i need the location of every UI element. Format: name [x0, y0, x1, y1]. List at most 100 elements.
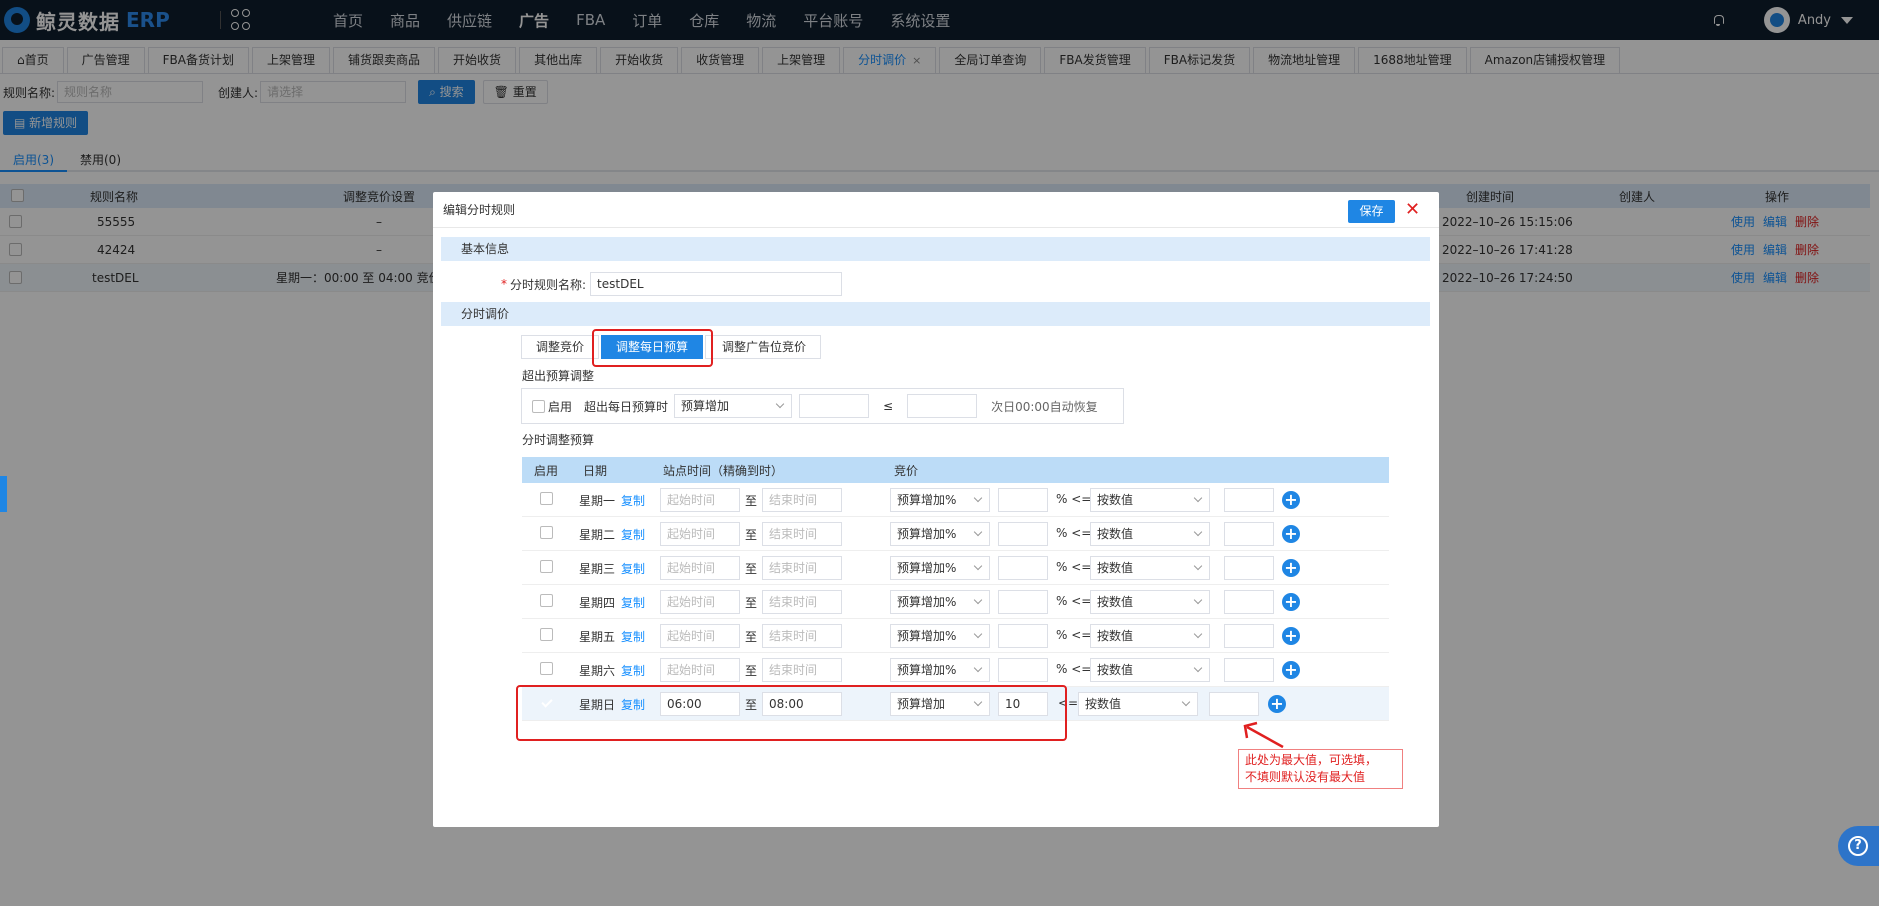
- over-adjust-select[interactable]: 预算增加: [674, 394, 793, 418]
- max-value-input[interactable]: [1224, 522, 1274, 546]
- add-icon[interactable]: +: [1268, 695, 1286, 713]
- copy-link[interactable]: 复制: [621, 628, 645, 645]
- save-button[interactable]: 保存: [1348, 200, 1395, 223]
- value-mode-value: 按数值: [1097, 493, 1134, 507]
- rule-name-row: * 分时规则名称: testDEL: [433, 272, 843, 296]
- over-amount-input[interactable]: [799, 394, 870, 418]
- close-icon[interactable]: ✕: [1405, 199, 1420, 221]
- help-icon: ?: [1848, 836, 1868, 856]
- col-enable: 启用: [534, 463, 559, 478]
- annotation-note: 此处为最大值，可选填， 不填则默认没有最大值: [1238, 749, 1403, 789]
- amount-input[interactable]: [998, 590, 1048, 614]
- add-icon[interactable]: +: [1282, 661, 1300, 679]
- value-mode-select[interactable]: 按数值: [1090, 590, 1210, 614]
- amount-input[interactable]: [998, 556, 1048, 580]
- end-time-input[interactable]: 结束时间: [762, 624, 842, 648]
- amount-input[interactable]: [998, 488, 1048, 512]
- add-icon[interactable]: +: [1282, 525, 1300, 543]
- row-enable-checkbox[interactable]: [540, 662, 553, 675]
- pct-le-label: % <=: [1056, 526, 1092, 540]
- bid-mode-select[interactable]: 预算增加%: [890, 556, 990, 580]
- end-time-input[interactable]: 结束时间: [762, 556, 842, 580]
- value-mode-select[interactable]: 按数值: [1090, 556, 1210, 580]
- value-mode-select[interactable]: 按数值: [1090, 522, 1210, 546]
- row-enable-checkbox[interactable]: [540, 628, 553, 641]
- value-mode-select[interactable]: 按数值: [1090, 624, 1210, 648]
- end-time-input[interactable]: 结束时间: [762, 590, 842, 614]
- chevron-down-icon: [1193, 629, 1203, 639]
- start-time-input[interactable]: 起始时间: [660, 488, 740, 512]
- chevron-down-icon: [973, 663, 983, 673]
- add-icon[interactable]: +: [1282, 491, 1300, 509]
- day-label: 星期一: [579, 494, 616, 508]
- over-enable-label: 启用: [548, 399, 573, 414]
- value-mode-select[interactable]: 按数值: [1078, 692, 1198, 716]
- start-time-input[interactable]: 起始时间: [660, 522, 740, 546]
- over-max-input[interactable]: [907, 394, 978, 418]
- over-enable-checkbox[interactable]: [532, 399, 545, 413]
- to-label: 至: [745, 664, 758, 678]
- max-value-input[interactable]: [1224, 590, 1274, 614]
- amount-input[interactable]: [998, 522, 1048, 546]
- max-value-input[interactable]: [1224, 556, 1274, 580]
- copy-link[interactable]: 复制: [621, 662, 645, 679]
- over-when-label: 超出每日预算时: [584, 399, 669, 414]
- chevron-down-icon: [1181, 697, 1191, 707]
- start-time-input[interactable]: 起始时间: [660, 624, 740, 648]
- bid-mode-select[interactable]: 预算增加%: [890, 488, 990, 512]
- value-mode-value: 按数值: [1097, 629, 1134, 643]
- rule-name-field[interactable]: testDEL: [590, 272, 843, 296]
- max-value-input[interactable]: [1224, 658, 1274, 682]
- over-adjust-select-value: 预算增加: [681, 399, 730, 413]
- sidebar-toggle[interactable]: [0, 476, 7, 512]
- start-time-input[interactable]: 起始时间: [660, 556, 740, 580]
- copy-link[interactable]: 复制: [621, 594, 645, 611]
- copy-link[interactable]: 复制: [621, 560, 645, 577]
- value-mode-select[interactable]: 按数值: [1090, 488, 1210, 512]
- amount-input[interactable]: [998, 658, 1048, 682]
- start-time-input[interactable]: 起始时间: [660, 590, 740, 614]
- end-time-input[interactable]: 结束时间: [762, 488, 842, 512]
- row-enable-checkbox[interactable]: [540, 594, 553, 607]
- bid-mode-select[interactable]: 预算增加%: [890, 590, 990, 614]
- add-icon[interactable]: +: [1282, 559, 1300, 577]
- chevron-down-icon: [1193, 493, 1203, 503]
- copy-link[interactable]: 复制: [621, 492, 645, 509]
- bid-mode-select[interactable]: 预算增加%: [890, 624, 990, 648]
- pct-le-label: % <=: [1056, 662, 1092, 676]
- dialog-title: 编辑分时规则: [443, 203, 516, 217]
- arrow-line: [1246, 725, 1284, 749]
- max-value-input[interactable]: [1224, 624, 1274, 648]
- help-button[interactable]: ?: [1838, 826, 1879, 866]
- row-enable-checkbox[interactable]: [540, 492, 553, 505]
- value-mode-value: 按数值: [1097, 561, 1134, 575]
- copy-link[interactable]: 复制: [621, 526, 645, 543]
- chevron-down-icon: [775, 399, 785, 409]
- row-enable-checkbox[interactable]: [540, 526, 553, 539]
- note-line-1: 此处为最大值，可选填，: [1245, 753, 1378, 767]
- chevron-down-icon: [973, 561, 983, 571]
- mode-adjust-bid[interactable]: 调整竞价: [521, 335, 600, 359]
- day-label: 星期二: [579, 528, 616, 542]
- bid-mode-select[interactable]: 预算增加%: [890, 522, 990, 546]
- max-value-input[interactable]: [1224, 488, 1274, 512]
- schedule-row: 星期二 复制 起始时间至结束时间 预算增加% % <= 按数值 +: [522, 517, 1389, 551]
- end-time-input[interactable]: 结束时间: [762, 522, 842, 546]
- add-icon[interactable]: +: [1282, 593, 1300, 611]
- over-budget-panel: 启用 超出每日预算时 预算增加 ≤ 次日00:00自动恢复: [521, 388, 1124, 424]
- amount-input[interactable]: [998, 624, 1048, 648]
- bid-mode-select[interactable]: 预算增加%: [890, 658, 990, 682]
- row-enable-checkbox[interactable]: [540, 560, 553, 573]
- end-time-input[interactable]: 结束时间: [762, 658, 842, 682]
- schedule-title: 分时调整预算: [522, 433, 595, 447]
- col-site-time: 站点时间（精确到时）: [663, 463, 784, 478]
- mode-adjust-placement-bid[interactable]: 调整广告位竞价: [705, 335, 821, 359]
- add-icon[interactable]: +: [1282, 627, 1300, 645]
- bid-mode-value: 预算增加%: [897, 493, 957, 507]
- value-mode-value: 按数值: [1097, 595, 1134, 609]
- max-value-input[interactable]: [1209, 692, 1259, 716]
- schedule-row: 星期五 复制 起始时间至结束时间 预算增加% % <= 按数值 +: [522, 619, 1389, 653]
- value-mode-select[interactable]: 按数值: [1090, 658, 1210, 682]
- to-label: 至: [745, 630, 758, 644]
- start-time-input[interactable]: 起始时间: [660, 658, 740, 682]
